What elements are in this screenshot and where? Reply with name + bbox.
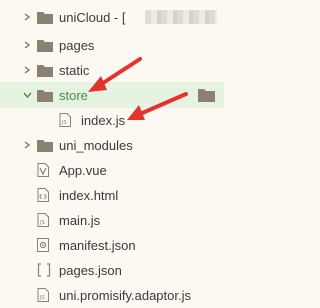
chevron-right-icon[interactable] <box>22 40 32 50</box>
tree-item-label: main.js <box>59 212 101 228</box>
tree-item-label: manifest.json <box>59 237 136 253</box>
tree-item-label: App.vue <box>59 162 107 178</box>
folder-open-icon <box>37 89 53 105</box>
tree-item-main-js[interactable]: JS main.js <box>0 207 224 233</box>
tree-item-store[interactable]: store <box>0 82 224 108</box>
tree-item-label: uni.promisify.adaptor.js <box>59 287 191 303</box>
file-js-icon: JS <box>37 288 49 305</box>
file-json-icon <box>37 238 49 255</box>
svg-text:JS: JS <box>39 295 45 301</box>
folder-icon <box>37 11 53 27</box>
tree-root-label: uniCloud - [ <box>59 9 126 25</box>
chevron-right-icon[interactable] <box>22 12 32 22</box>
chevron-right-icon[interactable] <box>22 65 32 75</box>
svg-text:JS: JS <box>39 220 45 226</box>
tree-item-label: index.html <box>59 187 119 203</box>
file-json-brackets-icon <box>37 263 51 280</box>
tree-item-label: pages <box>59 37 95 53</box>
chevron-down-icon[interactable] <box>22 90 32 100</box>
tree-item-pages-json[interactable]: pages.json <box>0 257 224 283</box>
tree-item-manifest-json[interactable]: manifest.json <box>0 232 224 258</box>
chevron-right-icon[interactable] <box>22 140 32 150</box>
tree-item-label: pages.json <box>59 262 122 278</box>
tree-item-index-js[interactable]: JS index.js <box>0 107 224 133</box>
tree-item-label: static <box>59 62 90 78</box>
folder-icon <box>37 64 53 80</box>
folder-icon <box>37 139 53 155</box>
file-explorer-tree: uniCloud - [ pages static store JS index… <box>0 0 224 303</box>
file-html-icon <box>37 188 49 205</box>
tree-item-index-html[interactable]: index.html <box>0 182 224 208</box>
svg-text:JS: JS <box>61 120 67 126</box>
tree-item-label: uni_modules <box>59 137 133 153</box>
redacted-project-name <box>145 10 217 24</box>
tree-item-uni-modules[interactable]: uni_modules <box>0 132 224 158</box>
tree-item-static[interactable]: static <box>0 57 224 83</box>
file-js-icon: JS <box>59 113 71 130</box>
tree-item-label: store <box>59 87 88 103</box>
tree-item-uni-promisify-adaptor-js[interactable]: JS uni.promisify.adaptor.js <box>0 282 224 308</box>
tree-item-app-vue[interactable]: App.vue <box>0 157 224 183</box>
folder-icon <box>37 39 53 55</box>
file-js-icon: JS <box>37 213 49 230</box>
tree-item-pages[interactable]: pages <box>0 32 224 58</box>
file-vue-icon <box>37 163 49 180</box>
tree-item-label: index.js <box>81 112 126 128</box>
new-folder-icon[interactable] <box>198 88 215 105</box>
